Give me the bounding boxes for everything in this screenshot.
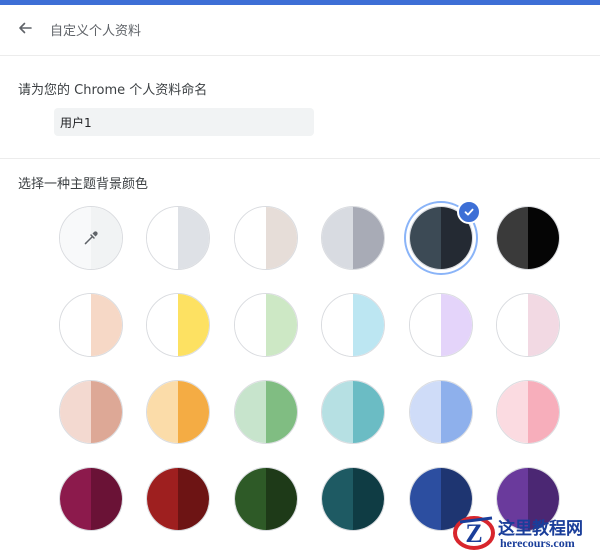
swatch-left-half [410,468,441,530]
theme-color-swatch[interactable] [59,293,123,357]
theme-color-swatch[interactable] [146,206,210,270]
swatch-right-half [266,294,297,356]
swatch-left-half [235,207,266,269]
header-divider [0,55,600,56]
theme-color-swatch[interactable] [234,380,298,444]
section-divider [0,158,600,159]
header: 自定义个人资料 [0,5,600,55]
profile-name-input[interactable] [54,108,314,136]
swatch-right-half [91,294,122,356]
theme-color-swatch[interactable] [321,380,385,444]
theme-color-swatch[interactable] [409,206,473,270]
swatch-left-half [60,468,91,530]
theme-color-swatch[interactable] [321,293,385,357]
theme-color-swatch[interactable] [146,293,210,357]
swatch-left-half [235,294,266,356]
swatch-left-half [322,207,353,269]
swatch-left-half [410,294,441,356]
swatch-right-half [528,207,559,269]
theme-color-swatch[interactable] [496,206,560,270]
watermark-logo: Z [452,512,496,552]
custom-color-picker-swatch[interactable] [59,206,123,270]
theme-color-swatch[interactable] [321,206,385,270]
swatch-right-half [353,381,384,443]
swatch-right-half [528,294,559,356]
swatch-left-half [410,207,441,269]
swatch-right-half [178,381,209,443]
swatch-left-half [235,381,266,443]
swatch-left-half [322,381,353,443]
swatch-right-half [178,207,209,269]
theme-color-swatch[interactable] [59,380,123,444]
swatch-left-half [497,207,528,269]
swatch-left-half [147,381,178,443]
page-title: 自定义个人资料 [50,24,142,39]
theme-color-swatch[interactable] [496,380,560,444]
swatch-right-half [353,294,384,356]
swatch-left-half [322,468,353,530]
swatch-right-half [441,207,472,269]
theme-color-swatch[interactable] [496,293,560,357]
swatch-right-half [91,381,122,443]
arrow-left-icon [17,20,33,40]
theme-color-swatch[interactable] [234,206,298,270]
swatch-right-half [441,294,472,356]
swatch-left-half [60,381,91,443]
swatch-right-half [353,207,384,269]
svg-text:Z: Z [465,519,482,548]
theme-color-swatch[interactable] [409,380,473,444]
swatch-left-half [322,294,353,356]
swatch-right-half [266,381,297,443]
swatch-right-half [178,468,209,530]
swatch-left-half [497,381,528,443]
theme-color-swatch[interactable] [146,467,210,531]
profile-name-label: 请为您的 Chrome 个人资料命名 [18,83,208,98]
theme-color-swatch[interactable] [146,380,210,444]
swatch-right-half [266,207,297,269]
swatch-left-half [497,294,528,356]
swatch-right-half [91,468,122,530]
watermark-url: herecours.com [500,536,575,550]
eyedropper-icon [60,207,122,269]
theme-color-swatch[interactable] [321,467,385,531]
swatch-left-half [147,468,178,530]
swatch-right-half [441,381,472,443]
swatch-right-half [353,468,384,530]
watermark: Z 这里教程网 herecours.com [452,512,598,552]
swatch-left-half [147,294,178,356]
theme-color-swatch[interactable] [59,467,123,531]
swatch-left-half [60,294,91,356]
swatch-right-half [178,294,209,356]
theme-color-swatch[interactable] [234,467,298,531]
back-button[interactable] [14,19,36,41]
swatch-right-half [528,381,559,443]
theme-color-swatch[interactable] [409,293,473,357]
swatch-left-half [147,207,178,269]
swatch-right-half [266,468,297,530]
swatch-left-half [235,468,266,530]
theme-color-label: 选择一种主题背景颜色 [18,177,149,192]
theme-color-swatch[interactable] [234,293,298,357]
swatch-left-half [410,381,441,443]
